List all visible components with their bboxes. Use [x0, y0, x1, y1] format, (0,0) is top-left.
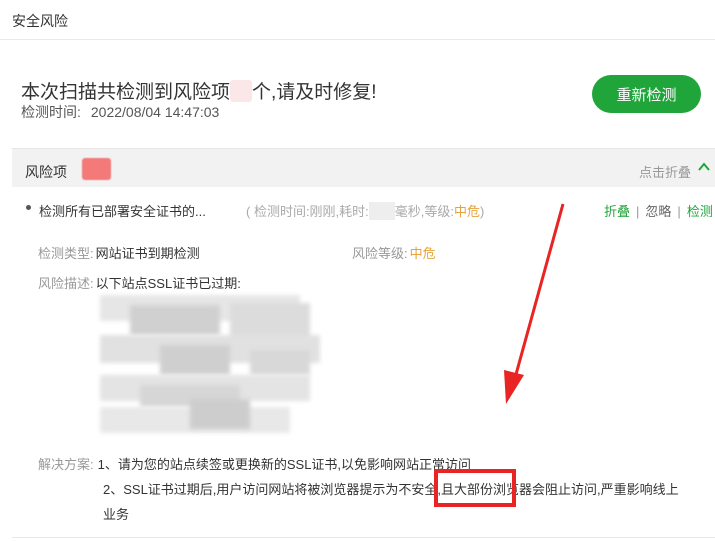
- risk-level-value: 中危: [409, 246, 436, 261]
- risk-item-actions: 折叠 | 忽略 | 检测: [604, 201, 713, 220]
- meta-prefix: ( 检测时间:刚刚,耗时:: [246, 204, 369, 219]
- check-button[interactable]: 检测: [687, 204, 713, 219]
- collapse-all-link[interactable]: 点击折叠: [639, 162, 691, 181]
- scan-summary: 本次扫描共检测到风险项 个,请及时修复!: [21, 77, 377, 104]
- risk-section-label: 风险项: [25, 164, 67, 180]
- solution-step-1: 1、请为您的站点续签或更换新的SSL证书,以免影响网站正常访问: [97, 457, 472, 472]
- summary-suffix: 个,请及时修复!: [252, 82, 377, 103]
- detect-type-value: 网站证书到期检测: [95, 246, 200, 261]
- redacted-count: [230, 80, 253, 102]
- fold-button[interactable]: 折叠: [604, 204, 630, 219]
- solution-step-2-continued: 业务: [103, 507, 130, 522]
- risk-description-label: 风险描述:: [38, 276, 94, 291]
- ignore-button[interactable]: 忽略: [645, 204, 671, 219]
- risk-item-level: 中危: [454, 204, 481, 219]
- detect-type-row: 检测类型: 网站证书到期检测: [38, 243, 200, 262]
- risk-description-row: 风险描述: 以下站点SSL证书已过期:: [38, 273, 241, 292]
- bullet-icon: [26, 205, 31, 210]
- detect-type-label: 检测类型:: [38, 246, 94, 261]
- meta-middle: 毫秒,等级:: [394, 204, 455, 219]
- risk-description-value: 以下站点SSL证书已过期:: [95, 276, 241, 291]
- annotation-arrow: [504, 203, 565, 404]
- summary-prefix: 本次扫描共检测到风险项: [21, 82, 231, 103]
- page-title: 安全风险: [12, 13, 68, 29]
- detect-time-label: 检测时间:: [21, 104, 81, 120]
- risk-item-name: 检测所有已部署安全证书的...: [39, 204, 206, 219]
- risk-item: 检测所有已部署安全证书的... ( 检测时间:刚刚,耗时: 毫秒,等级:中危) 折…: [26, 201, 715, 221]
- rescan-button[interactable]: 重新检测: [592, 75, 701, 113]
- bottom-divider: [12, 537, 715, 538]
- action-divider: |: [636, 204, 640, 219]
- solution-step-2: 2、SSL证书过期后,用户访问网站将被浏览器提示为不安全,且大部份浏览器会阻止访…: [103, 482, 679, 497]
- redacted-risk-count: [82, 158, 111, 180]
- detect-time-value: 2022/08/04 14:47:03: [90, 104, 220, 120]
- meta-suffix: ): [480, 204, 485, 219]
- solution-row-3: 业务: [103, 504, 129, 523]
- redacted-duration: [368, 202, 395, 220]
- action-divider: |: [677, 204, 681, 219]
- annotation-highlight-box: [434, 469, 516, 507]
- page-header: 安全风险: [0, 0, 715, 40]
- risk-section-header: 风险项 点击折叠: [12, 148, 715, 187]
- risk-level-label: 风险等级:: [352, 246, 408, 261]
- detect-time: 检测时间: 2022/08/04 14:47:03: [21, 102, 219, 122]
- solution-row-2: 2、SSL证书过期后,用户访问网站将被浏览器提示为不安全,且大部份浏览器会阻止访…: [103, 479, 679, 498]
- risk-item-meta: ( 检测时间:刚刚,耗时: 毫秒,等级:中危): [246, 201, 484, 220]
- redacted-site-list: [100, 295, 330, 435]
- risk-level-row: 风险等级: 中危: [352, 243, 436, 262]
- solution-row-1: 解决方案: 1、请为您的站点续签或更换新的SSL证书,以免影响网站正常访问: [38, 454, 471, 473]
- chevron-up-icon[interactable]: [697, 161, 711, 173]
- solution-label: 解决方案:: [38, 457, 94, 472]
